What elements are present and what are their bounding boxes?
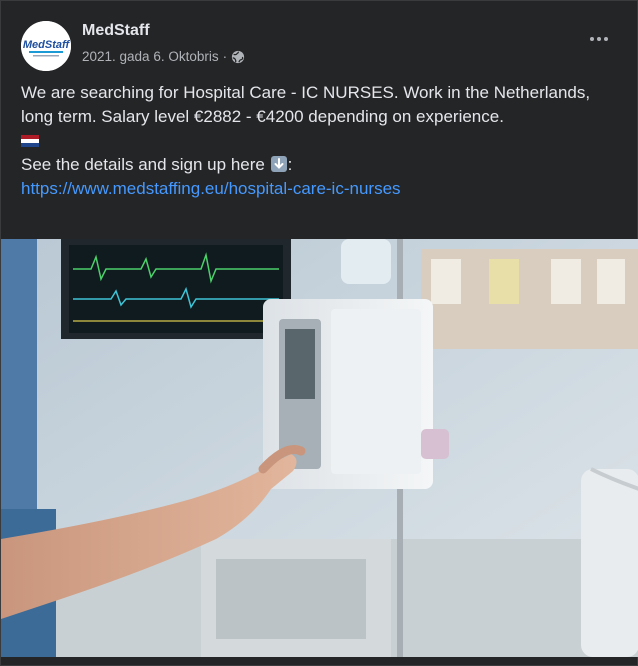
post-header: MedStaff MedStaff 2021. gada 6. Oktobris…: [21, 19, 617, 71]
more-dot: [597, 37, 601, 41]
post-photo[interactable]: [1, 239, 638, 657]
post-link[interactable]: https://www.medstaffing.eu/hospital-care…: [21, 179, 401, 198]
signup-text: See the details and sign up here: [21, 155, 265, 174]
netherlands-flag-icon: [21, 135, 39, 147]
avatar[interactable]: MedStaff: [21, 21, 71, 71]
hospital-photo: [1, 239, 638, 657]
post-text-line: See the details and sign up here :: [21, 153, 611, 177]
globe-icon[interactable]: [231, 50, 245, 64]
post-meta: 2021. gada 6. Oktobris ·: [82, 49, 245, 64]
post-text: We are searching for Hospital Care - IC …: [21, 81, 611, 201]
avatar-logo-text: MedStaff: [23, 39, 71, 51]
more-options-icon: [590, 37, 594, 41]
medstaff-logo-icon: MedStaff: [21, 21, 71, 71]
down-arrow-icon: [270, 156, 287, 172]
link-line: https://www.medstaffing.eu/hospital-care…: [21, 177, 611, 201]
flag-line: [21, 129, 611, 153]
more-dot: [604, 37, 608, 41]
more-options-button[interactable]: [585, 29, 613, 49]
signup-colon: :: [287, 155, 293, 174]
post-date[interactable]: 2021. gada 6. Oktobris: [82, 49, 219, 64]
author-name[interactable]: MedStaff: [82, 22, 150, 40]
meta-separator: ·: [222, 49, 228, 64]
post-text-line: We are searching for Hospital Care - IC …: [21, 83, 591, 126]
post-card: MedStaff MedStaff 2021. gada 6. Oktobris…: [0, 0, 638, 666]
